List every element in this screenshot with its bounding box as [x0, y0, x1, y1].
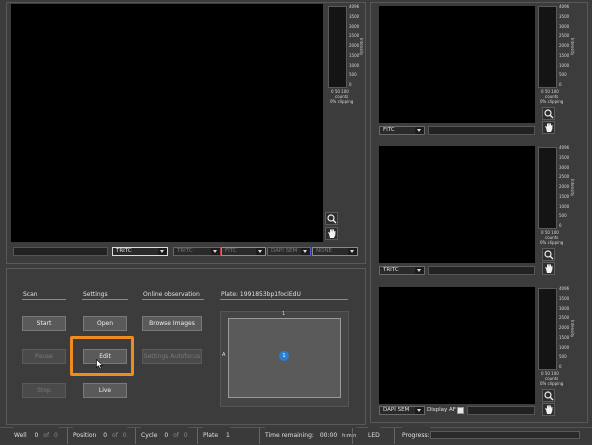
- side-1-pan-button[interactable]: [542, 121, 555, 134]
- main-channel-select-5[interactable]: NONE: [312, 247, 358, 256]
- chevron-down-icon: [415, 127, 424, 134]
- browse-images-button[interactable]: Browse Images: [142, 316, 202, 331]
- plate-well-1[interactable]: 1: [279, 351, 289, 361]
- side-image-view-1[interactable]: [379, 6, 535, 123]
- status-progress-label: Progress:: [402, 427, 430, 444]
- side-histogram-2-clipping: 0% clipping: [540, 240, 564, 245]
- side-image-view-3[interactable]: [379, 287, 535, 404]
- chevron-down-icon: [415, 407, 424, 414]
- hand-icon: [544, 264, 552, 273]
- side-histogram-3-yticks: 4096 3500 3000 2500 2000 1500 1000 500 0: [559, 286, 570, 369]
- side-3-zoom-button[interactable]: [542, 389, 555, 402]
- side-histogram-1-yticks: 4096 3500 3000 2500 2000 1500 1000 500 0: [559, 4, 570, 87]
- side-histogram-1-clipping: 0% clipping: [540, 99, 564, 104]
- main-image-status-bar: [13, 247, 108, 256]
- side-3-pan-button[interactable]: [542, 403, 555, 416]
- side-histogram-2-yticks: 4096 3500 3000 2500 2000 1500 1000 500 0: [559, 145, 570, 228]
- main-channel-select-3[interactable]: FITC: [221, 247, 266, 256]
- chevron-down-icon: [415, 267, 424, 274]
- display-af-label: Display AF: [427, 407, 456, 413]
- main-zoom-button[interactable]: [325, 212, 338, 225]
- settings-header: Settings: [83, 291, 108, 298]
- main-channel-select-4[interactable]: DAPI SEM: [267, 247, 311, 256]
- main-pan-button[interactable]: [325, 227, 338, 240]
- chevron-down-icon: [348, 248, 357, 255]
- status-divider: [352, 428, 353, 444]
- side-2-pan-button[interactable]: [542, 262, 555, 275]
- main-channel-select-1[interactable]: TRITC: [112, 247, 168, 256]
- side-1-zoom-button[interactable]: [542, 107, 555, 120]
- online-observation-header-divider: [142, 299, 204, 300]
- side-2-zoom-button[interactable]: [542, 248, 555, 261]
- side-histogram-3-intensity-label: Intensity: [570, 320, 575, 338]
- plate-column-label: 1: [282, 311, 286, 317]
- main-histogram-clipping: 0% clipping: [330, 99, 354, 104]
- main-histogram-intensity-label: Intensity: [359, 38, 364, 56]
- scan-header: Scan: [23, 291, 38, 298]
- magnifier-icon: [326, 213, 336, 223]
- live-button[interactable]: Live: [83, 383, 127, 398]
- chevron-down-icon: [256, 248, 265, 255]
- hand-icon: [544, 405, 552, 414]
- chevron-down-icon: [301, 248, 310, 255]
- main-histogram: [328, 6, 347, 88]
- side-1-status-bar: [428, 126, 535, 135]
- status-plate: Plate 1: [203, 427, 230, 444]
- main-histogram-yticks: 4096 3500 3000 2500 2000 1500 1000 500 0: [349, 4, 360, 87]
- open-button[interactable]: Open: [83, 316, 127, 331]
- side-histogram-2-intensity-label: Intensity: [570, 179, 575, 197]
- mouse-cursor-icon: [96, 359, 104, 370]
- display-af-checkbox[interactable]: [457, 407, 464, 414]
- hand-icon: [327, 229, 335, 238]
- side-histogram-1-intensity-label: Intensity: [570, 38, 575, 56]
- start-button[interactable]: Start: [22, 316, 66, 331]
- status-position: Position 0 of 0: [73, 427, 127, 444]
- side-histogram-3: [538, 288, 557, 370]
- magnifier-icon: [543, 108, 553, 118]
- progress-bar: [430, 431, 580, 439]
- side-3-status-bar: [467, 406, 535, 415]
- side-image-view-2[interactable]: [379, 146, 535, 263]
- magnifier-icon: [543, 249, 553, 259]
- hand-icon: [544, 123, 552, 132]
- status-led: LED: [368, 427, 380, 444]
- side-1-channel-select[interactable]: FITC: [379, 126, 425, 135]
- online-observation-header: Online observation: [143, 291, 200, 298]
- plate-row-label: A: [222, 352, 226, 358]
- status-divider: [259, 428, 260, 444]
- chevron-down-icon: [158, 248, 167, 255]
- side-3-channel-select[interactable]: DAPI SEM: [379, 406, 425, 415]
- status-divider: [394, 428, 395, 444]
- main-channel-select-2[interactable]: TRITC: [173, 247, 221, 256]
- status-divider: [67, 428, 68, 444]
- status-divider: [135, 428, 136, 444]
- settings-header-divider: [82, 299, 128, 300]
- side-2-status-bar: [428, 266, 535, 275]
- settings-autofocus-button[interactable]: Settings Autofocus: [142, 349, 202, 364]
- status-divider: [197, 428, 198, 444]
- plate-header-divider: [220, 299, 348, 300]
- edit-highlight-box: [70, 336, 134, 376]
- magnifier-icon: [543, 390, 553, 400]
- side-histogram-3-clipping: 0% clipping: [540, 381, 564, 386]
- status-well: Well 0 of 0: [14, 427, 58, 444]
- pause-button[interactable]: Pause: [22, 349, 66, 364]
- side-histogram-2: [538, 147, 557, 229]
- chevron-down-icon: [211, 248, 220, 255]
- status-time-remaining: Time remaining: 00:00 h:min: [265, 427, 357, 444]
- plate-header: Plate: 1991853bp1fociEdU: [221, 291, 301, 298]
- status-cycle: Cycle 0 of 0: [141, 427, 188, 444]
- scan-header-divider: [22, 299, 66, 300]
- side-2-channel-select[interactable]: TRITC: [379, 266, 425, 275]
- stop-button[interactable]: Stop: [22, 383, 66, 398]
- main-image-view[interactable]: [11, 4, 323, 242]
- side-histogram-1: [538, 6, 557, 88]
